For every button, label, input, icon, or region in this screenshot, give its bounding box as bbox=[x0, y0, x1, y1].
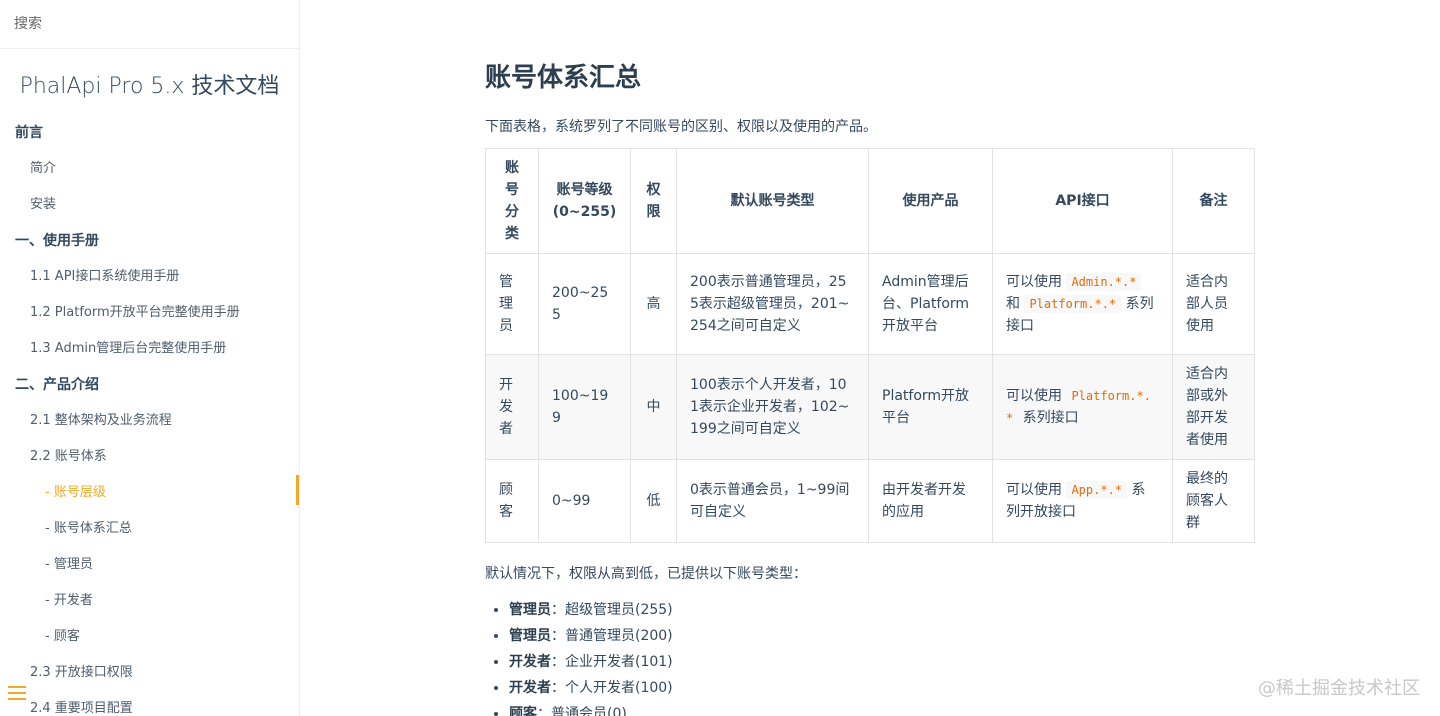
sidebar-nav: 前言 简介 安装 一、使用手册 1.1 API接口系统使用手册 1.2 Plat… bbox=[0, 113, 299, 716]
menu-toggle-icon[interactable] bbox=[8, 686, 26, 702]
sidebar-item-platform-manual[interactable]: 1.2 Platform开放平台完整使用手册 bbox=[0, 295, 299, 331]
table-cell: 200表示普通管理员，255表示超级管理员，201~254之间可自定义 bbox=[676, 253, 869, 355]
table-cell: 高 bbox=[630, 253, 677, 355]
table-cell: Platform开放平台 bbox=[868, 354, 993, 460]
list-item: 开发者：企业开发者(101) bbox=[509, 649, 1255, 675]
role-label: 开发者 bbox=[509, 680, 551, 696]
table-row: 管理员 200~255 高 200表示普通管理员，255表示超级管理员，201~… bbox=[485, 253, 1255, 355]
list-item: 管理员：超级管理员(255) bbox=[509, 597, 1255, 623]
sidebar-item-admin[interactable]: - 管理员 bbox=[0, 547, 299, 583]
table-cell: 100表示个人开发者，101表示企业开发者，102~199之间可自定义 bbox=[676, 354, 869, 460]
api-code: App.*.* bbox=[1066, 481, 1128, 499]
sidebar-item-api-manual[interactable]: 1.1 API接口系统使用手册 bbox=[0, 259, 299, 295]
role-sep: ： bbox=[551, 654, 565, 670]
table-cell: 0~99 bbox=[538, 459, 631, 543]
table-cell: 100~199 bbox=[538, 354, 631, 460]
role-sep: ： bbox=[551, 602, 565, 618]
role-desc: 普通会员(0) bbox=[551, 706, 627, 716]
sidebar-item-intro[interactable]: 简介 bbox=[0, 151, 299, 187]
watermark: @稀土掘金技术社区 bbox=[1258, 678, 1420, 699]
default-types-text: 默认情况下，权限从高到低，已提供以下账号类型： bbox=[485, 566, 807, 582]
api-text: 可以使用 bbox=[1006, 482, 1067, 498]
table-header: API接口 bbox=[992, 148, 1173, 254]
api-code: Platform.*.* bbox=[1024, 295, 1122, 313]
sidebar-item-customer[interactable]: - 顾客 bbox=[0, 619, 299, 655]
role-sep: ： bbox=[551, 680, 565, 696]
role-desc: 企业开发者(101) bbox=[565, 654, 673, 670]
table-cell: 适合内部或外部开发者使用 bbox=[1172, 354, 1255, 460]
sidebar-section-manual[interactable]: 一、使用手册 bbox=[0, 223, 299, 259]
sidebar-item-account-system[interactable]: 2.2 账号体系 bbox=[0, 439, 299, 475]
account-type-list: 管理员：超级管理员(255) 管理员：普通管理员(200) 开发者：企业开发者(… bbox=[485, 597, 1255, 716]
role-label: 管理员 bbox=[509, 602, 551, 618]
sidebar: PhalApi Pro 5.x 技术文档 前言 简介 安装 一、使用手册 1.1… bbox=[0, 0, 300, 716]
table-header: 账号分类 bbox=[485, 148, 539, 254]
role-sep: ： bbox=[551, 628, 565, 644]
list-item: 管理员：普通管理员(200) bbox=[509, 623, 1255, 649]
sidebar-item-account-summary[interactable]: - 账号体系汇总 bbox=[0, 511, 299, 547]
sidebar-item-project-config[interactable]: 2.4 重要项目配置 bbox=[0, 691, 299, 716]
role-sep: ： bbox=[537, 706, 551, 716]
sidebar-item-admin-manual[interactable]: 1.3 Admin管理后台完整使用手册 bbox=[0, 331, 299, 367]
sidebar-item-open-api-permission[interactable]: 2.3 开放接口权限 bbox=[0, 655, 299, 691]
table-cell: 开发者 bbox=[485, 354, 539, 460]
sidebar-section-preface[interactable]: 前言 bbox=[0, 115, 299, 151]
table-header: 账号等级(0~255) bbox=[538, 148, 631, 254]
table-header: 使用产品 bbox=[868, 148, 993, 254]
table-row: 开发者 100~199 中 100表示个人开发者，101表示企业开发者，102~… bbox=[485, 354, 1255, 460]
table-cell: 顾客 bbox=[485, 459, 539, 543]
api-text: 可以使用 bbox=[1006, 274, 1067, 290]
table-header: 权限 bbox=[630, 148, 677, 254]
sidebar-item-install[interactable]: 安装 bbox=[0, 187, 299, 223]
table-cell: 可以使用 Admin.*.* 和 Platform.*.* 系列接口 bbox=[992, 253, 1173, 355]
list-item: 顾客：普通会员(0) bbox=[509, 701, 1255, 716]
table-cell: Admin管理后台、Platform开放平台 bbox=[868, 253, 993, 355]
page-title: 账号体系汇总 bbox=[485, 63, 642, 93]
table-cell: 200~255 bbox=[538, 253, 631, 355]
role-desc: 个人开发者(100) bbox=[565, 680, 673, 696]
api-code: Admin.*.* bbox=[1066, 273, 1142, 291]
role-desc: 普通管理员(200) bbox=[565, 628, 673, 644]
search-bar bbox=[0, 0, 299, 49]
api-text: 系列接口 bbox=[1018, 410, 1079, 426]
sidebar-section-product[interactable]: 二、产品介绍 bbox=[0, 367, 299, 403]
table-cell: 低 bbox=[630, 459, 677, 543]
account-table: 账号分类 账号等级(0~255) 权限 默认账号类型 使用产品 API接口 备注… bbox=[485, 148, 1255, 543]
main-content: 账号体系汇总 下面表格，系统罗列了不同账号的区别、权限以及使用的产品。 账号分类… bbox=[300, 0, 1440, 716]
sidebar-item-developer[interactable]: - 开发者 bbox=[0, 583, 299, 619]
api-text: 和 bbox=[1006, 296, 1025, 312]
table-header: 默认账号类型 bbox=[676, 148, 869, 254]
table-cell: 由开发者开发的应用 bbox=[868, 459, 993, 543]
table-cell: 中 bbox=[630, 354, 677, 460]
list-item: 开发者：个人开发者(100) bbox=[509, 675, 1255, 701]
role-label: 开发者 bbox=[509, 654, 551, 670]
role-label: 顾客 bbox=[509, 706, 537, 716]
table-header: 备注 bbox=[1172, 148, 1255, 254]
table-cell: 可以使用 Platform.*.* 系列接口 bbox=[992, 354, 1173, 460]
role-desc: 超级管理员(255) bbox=[565, 602, 673, 618]
table-cell: 最终的顾客人群 bbox=[1172, 459, 1255, 543]
table-cell: 0表示普通会员，1~99间可自定义 bbox=[676, 459, 869, 543]
search-input[interactable] bbox=[14, 16, 285, 32]
table-row: 顾客 0~99 低 0表示普通会员，1~99间可自定义 由开发者开发的应用 可以… bbox=[485, 459, 1255, 543]
api-text: 可以使用 bbox=[1006, 388, 1067, 404]
table-cell: 适合内部人员使用 bbox=[1172, 253, 1255, 355]
intro-text: 下面表格，系统罗列了不同账号的区别、权限以及使用的产品。 bbox=[485, 119, 877, 135]
table-cell: 管理员 bbox=[485, 253, 539, 355]
sidebar-item-account-level[interactable]: - 账号层级 bbox=[0, 475, 299, 511]
sidebar-item-architecture[interactable]: 2.1 整体架构及业务流程 bbox=[0, 403, 299, 439]
role-label: 管理员 bbox=[509, 628, 551, 644]
table-cell: 可以使用 App.*.* 系列开放接口 bbox=[992, 459, 1173, 543]
app-name[interactable]: PhalApi Pro 5.x 技术文档 bbox=[0, 73, 299, 113]
